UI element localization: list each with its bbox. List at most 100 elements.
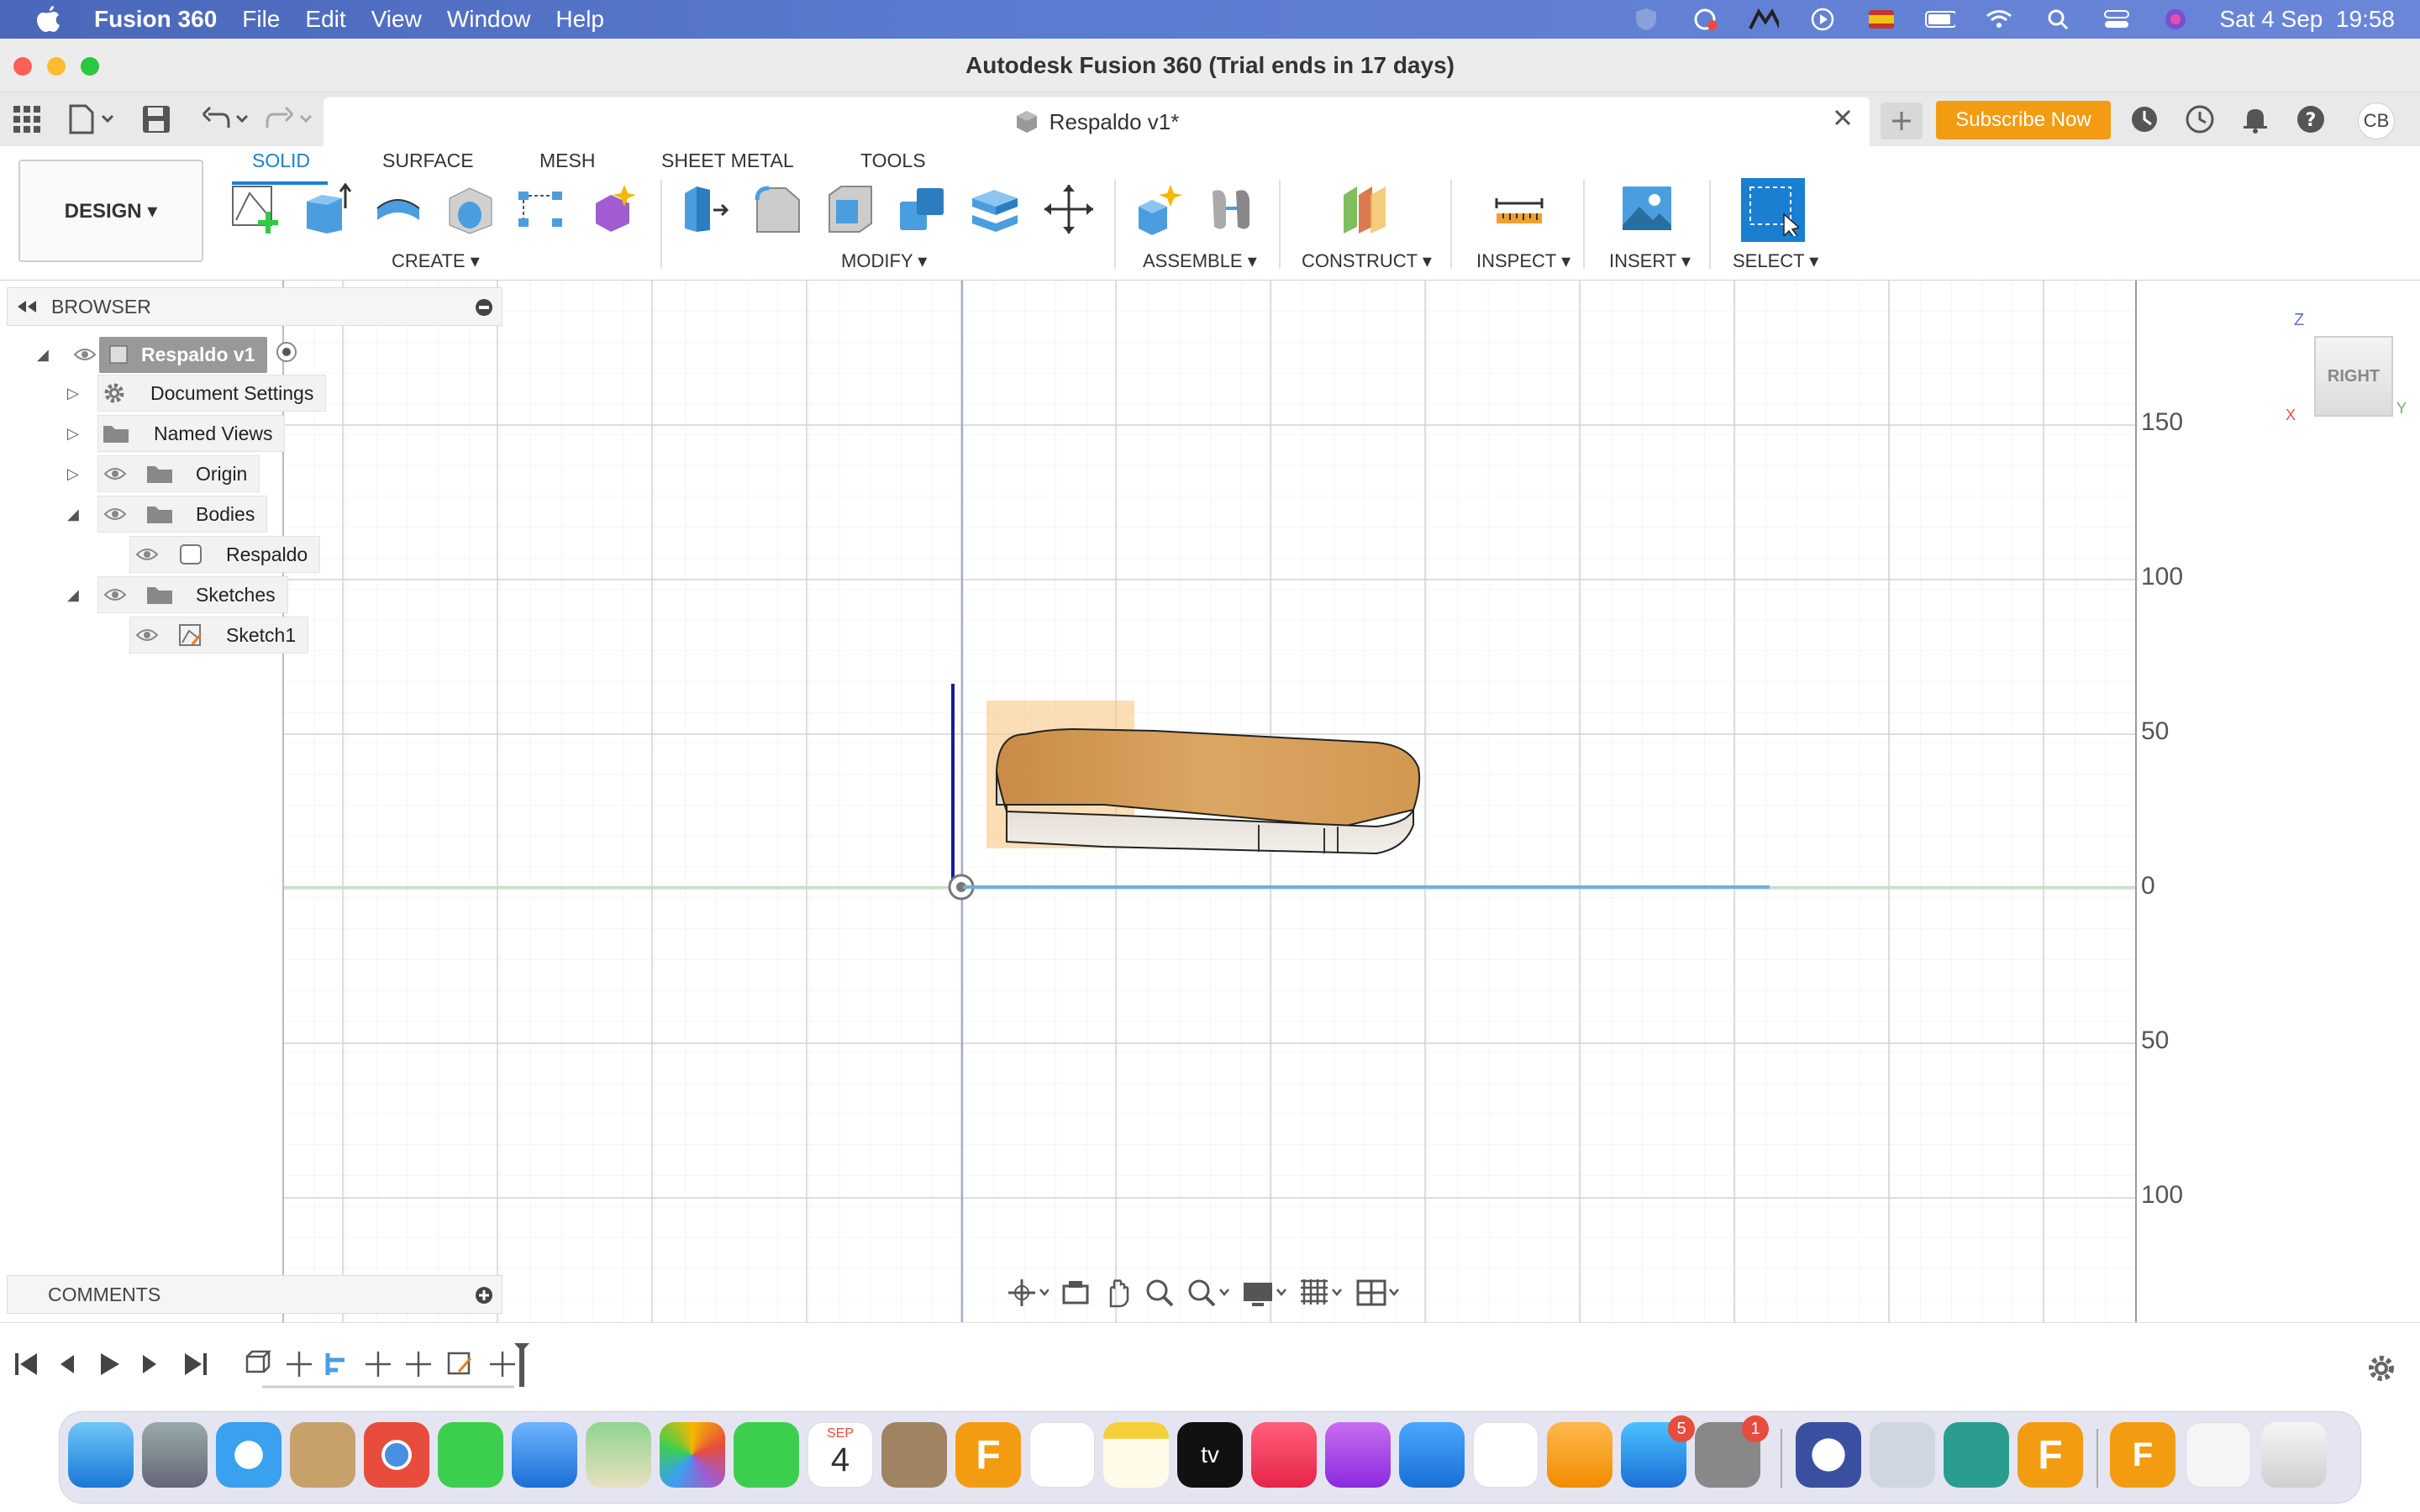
tree-item-body-respaldo[interactable]: Respaldo xyxy=(129,536,321,573)
podcasts-icon[interactable] xyxy=(1325,1422,1391,1488)
shell-icon[interactable] xyxy=(822,180,879,239)
go-to-end-icon[interactable] xyxy=(185,1353,207,1375)
revolve-icon[interactable] xyxy=(370,180,427,239)
new-tab-button[interactable] xyxy=(1881,102,1923,139)
display-settings-icon[interactable] xyxy=(1242,1278,1287,1312)
minus-icon[interactable] xyxy=(475,298,493,322)
close-tab-icon[interactable] xyxy=(1833,108,1853,134)
combine-icon[interactable] xyxy=(894,180,951,239)
control-center-icon[interactable] xyxy=(2102,7,2132,32)
safari-icon[interactable] xyxy=(216,1422,281,1488)
eye-icon[interactable] xyxy=(103,507,127,522)
menu-window[interactable]: Window xyxy=(447,6,531,33)
notifications-bell-icon[interactable] xyxy=(2240,104,2270,139)
step-back-icon[interactable] xyxy=(60,1355,74,1373)
root-component-label[interactable]: Respaldo v1 xyxy=(99,336,267,373)
comments-panel[interactable]: COMMENTS xyxy=(7,1275,502,1314)
app-menu[interactable]: Fusion 360 xyxy=(94,6,217,33)
package-icon[interactable] xyxy=(290,1422,355,1488)
press-pull-icon[interactable] xyxy=(677,180,734,239)
respaldo-body[interactable] xyxy=(906,684,1494,953)
construct-menu[interactable]: CONSTRUCT ▾ xyxy=(1302,250,1432,272)
activate-radio-icon[interactable] xyxy=(276,341,297,368)
create-menu[interactable]: CREATE ▾ xyxy=(392,250,480,272)
joint-icon[interactable] xyxy=(1203,180,1260,239)
music-icon[interactable] xyxy=(1251,1422,1317,1488)
tree-item-sketches[interactable]: Sketches xyxy=(97,576,288,613)
zoom-window-icon[interactable] xyxy=(1186,1278,1230,1312)
play-circle-icon[interactable] xyxy=(1807,7,1838,32)
flag-spain-icon[interactable] xyxy=(1866,7,1897,32)
f3d-file-icon[interactable]: F xyxy=(2110,1422,2175,1488)
expand-triangle-icon[interactable]: ▷ xyxy=(67,385,79,402)
timeline-body-feature-icon[interactable] xyxy=(245,1350,272,1373)
siri-icon[interactable] xyxy=(2160,7,2191,32)
extrude-icon[interactable] xyxy=(299,180,356,239)
timeline-sketch-feature-icon[interactable] xyxy=(447,1352,472,1375)
redo-icon[interactable] xyxy=(264,104,314,139)
wifi-icon[interactable] xyxy=(1984,7,2014,32)
timeline-align-feature-icon[interactable] xyxy=(325,1353,345,1375)
tree-item-named-views[interactable]: Named Views xyxy=(97,415,286,452)
undo-icon[interactable] xyxy=(200,104,250,139)
viewports-icon[interactable] xyxy=(1356,1278,1402,1312)
finder-icon[interactable] xyxy=(68,1422,134,1488)
menu-view[interactable]: View xyxy=(371,6,422,33)
system-preferences-icon[interactable]: 1 xyxy=(1695,1415,1769,1488)
reminders-icon[interactable] xyxy=(1029,1422,1095,1488)
grid-settings-icon[interactable] xyxy=(1299,1278,1344,1312)
notes-icon[interactable] xyxy=(1103,1422,1169,1488)
fusion360-running-icon[interactable]: F xyxy=(2018,1422,2083,1488)
tree-item-sketch1[interactable]: Sketch1 xyxy=(129,617,309,654)
viewcube-face-right[interactable]: RIGHT xyxy=(2314,336,2393,417)
numbers-icon[interactable] xyxy=(1473,1422,1539,1488)
clock[interactable]: Sat 4 Sep 19:58 xyxy=(2219,6,2395,33)
timeline-move-feature-icon[interactable] xyxy=(287,1352,312,1377)
sketch-line[interactable] xyxy=(963,885,1770,889)
timeline-settings-gear-icon[interactable] xyxy=(2365,1352,2398,1389)
collapse-triangle-icon[interactable]: ◢ xyxy=(67,506,79,523)
eye-icon[interactable] xyxy=(103,587,127,602)
expand-triangle-icon[interactable]: ▷ xyxy=(67,465,79,483)
screen-sharing-icon[interactable] xyxy=(1944,1422,2009,1488)
trash-icon[interactable] xyxy=(2261,1422,2327,1488)
spotlight-search-icon[interactable] xyxy=(2043,7,2073,32)
app-grid-icon[interactable] xyxy=(12,104,42,139)
preview-icon[interactable] xyxy=(1870,1422,1935,1488)
messages-icon[interactable] xyxy=(438,1422,503,1488)
history-icon[interactable] xyxy=(2185,104,2215,139)
browser-header[interactable]: BROWSER xyxy=(7,287,502,326)
canvas-viewport[interactable]: 150 100 50 0 50 100 Z RIGHT Y X xyxy=(282,281,2420,1322)
quicktime-icon[interactable] xyxy=(1796,1422,1861,1488)
tree-item-document-settings[interactable]: Document Settings xyxy=(97,375,327,412)
downloads-stack-icon[interactable] xyxy=(2186,1422,2251,1488)
timeline-move-feature-icon[interactable] xyxy=(406,1352,431,1377)
hole-icon[interactable] xyxy=(442,180,499,239)
orbit-icon[interactable] xyxy=(1007,1276,1050,1314)
tree-item-bodies[interactable]: Bodies xyxy=(97,496,268,533)
tab-surface[interactable]: SURFACE xyxy=(382,150,474,172)
collapse-triangle-icon[interactable]: ◢ xyxy=(67,586,79,604)
eye-icon[interactable] xyxy=(135,547,159,562)
save-icon[interactable] xyxy=(141,104,171,139)
fillet-icon[interactable] xyxy=(750,180,807,239)
document-tab[interactable]: Respaldo v1* xyxy=(324,97,1870,146)
eye-icon[interactable] xyxy=(71,347,99,362)
apple-icon[interactable] xyxy=(25,0,72,39)
inspect-menu[interactable]: INSPECT ▾ xyxy=(1476,250,1570,272)
app-store-icon[interactable]: 5 xyxy=(1621,1415,1695,1488)
offset-face-icon[interactable] xyxy=(966,180,1023,239)
eye-icon[interactable] xyxy=(135,627,159,643)
photos-icon[interactable] xyxy=(660,1422,725,1488)
modify-menu[interactable]: MODIFY ▾ xyxy=(841,250,927,272)
go-to-start-icon[interactable] xyxy=(15,1353,37,1375)
step-forward-icon[interactable] xyxy=(143,1355,156,1373)
collapse-triangle-icon[interactable]: ◢ xyxy=(37,346,49,364)
tab-sheet-metal[interactable]: SHEET METAL xyxy=(661,150,794,172)
shield-icon[interactable] xyxy=(1631,7,1661,32)
tree-root-respaldo-v1[interactable]: Respaldo v1 xyxy=(71,336,309,373)
offset-plane-icon[interactable] xyxy=(1336,180,1393,239)
viewcube[interactable]: Z RIGHT Y X xyxy=(2284,311,2418,428)
launchpad-icon[interactable] xyxy=(142,1422,208,1488)
create-form-icon[interactable] xyxy=(585,180,642,239)
